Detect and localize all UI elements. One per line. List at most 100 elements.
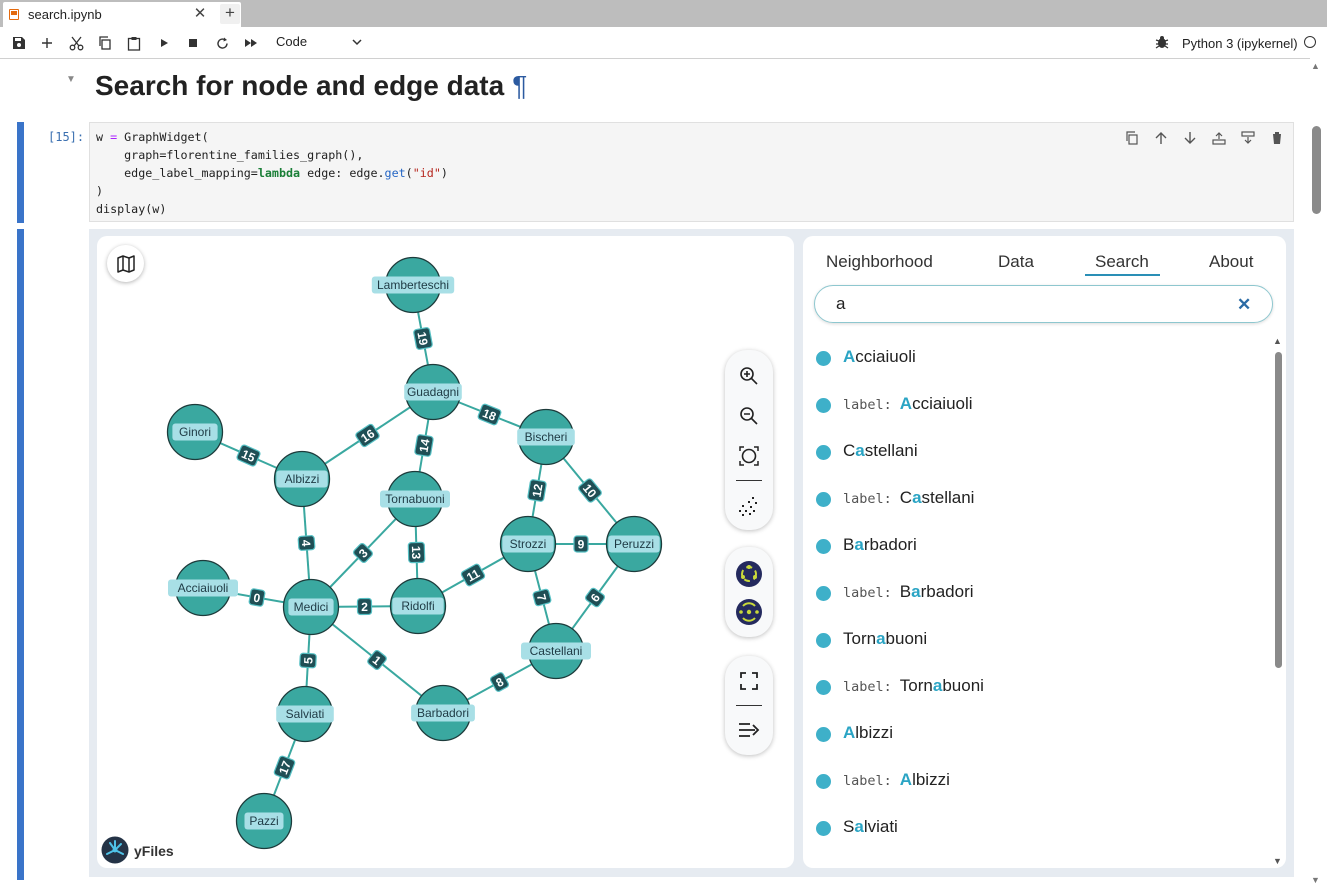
edge-label: 0 (248, 588, 266, 607)
graph-node[interactable]: Acciaiuoli (168, 559, 238, 617)
graph-node[interactable]: Tornabuoni (380, 470, 450, 528)
cell-type-value: Code (276, 34, 308, 49)
delete-cell-icon[interactable] (1269, 130, 1285, 146)
zoom-controls (725, 350, 773, 530)
paste-icon[interactable] (125, 34, 143, 52)
new-tab-button[interactable]: + (220, 4, 240, 24)
result-text: Salviati (843, 817, 898, 836)
zoom-in-icon[interactable] (737, 364, 761, 388)
tab-search[interactable]: Search (1095, 252, 1149, 272)
result-text: label: Tornabuoni (843, 676, 984, 695)
graph-node[interactable]: Strozzi (499, 515, 557, 573)
copy-icon[interactable] (96, 34, 114, 52)
collapse-heading-icon[interactable]: ▼ (66, 74, 76, 85)
result-field-label: label: (843, 585, 892, 601)
move-cell-up-icon[interactable] (1153, 130, 1169, 146)
brand-name: yFiles (134, 843, 174, 859)
fast-forward-icon[interactable] (242, 34, 260, 52)
search-input[interactable] (814, 285, 1273, 323)
svg-text:4: 4 (299, 539, 313, 547)
tab-data[interactable]: Data (998, 252, 1034, 272)
output-indicator[interactable] (17, 229, 24, 880)
duplicate-cell-icon[interactable] (1124, 130, 1140, 146)
radial-layout-icon[interactable] (735, 598, 763, 626)
insert-below-icon[interactable] (1240, 130, 1256, 146)
node-label: Peruzzi (614, 537, 654, 551)
scroll-up-icon[interactable]: ▲ (1273, 336, 1282, 346)
graph-node[interactable]: Castellani (521, 622, 591, 680)
search-input-value[interactable]: a (836, 294, 845, 314)
result-node-icon (816, 727, 831, 742)
svg-text:5: 5 (301, 656, 315, 664)
graph-node[interactable]: Lamberteschi (371, 256, 455, 314)
move-cell-down-icon[interactable] (1182, 130, 1198, 146)
result-node-icon (816, 586, 831, 601)
tab-title[interactable]: search.ipynb (28, 7, 102, 22)
result-node-icon (816, 398, 831, 413)
bug-icon[interactable] (1155, 35, 1169, 49)
edge-label: 14 (414, 434, 434, 457)
insert-above-icon[interactable] (1211, 130, 1227, 146)
graph-node[interactable]: Bischeri (517, 408, 575, 466)
graph-node[interactable]: Albizzi (273, 450, 331, 508)
node-label: Bischeri (525, 430, 568, 444)
result-text: Acciaiuoli (843, 347, 916, 366)
layout-controls (725, 547, 773, 637)
scroll-down-icon[interactable]: ▼ (1311, 875, 1320, 885)
edge-label: 11 (460, 563, 486, 587)
result-match-highlight: A (843, 723, 856, 742)
scroll-up-icon[interactable]: ▲ (1311, 61, 1320, 71)
save-icon[interactable] (10, 34, 28, 52)
node-label: Tornabuoni (385, 492, 444, 506)
node-label: Acciaiuoli (178, 581, 229, 595)
tab-about[interactable]: About (1209, 252, 1253, 272)
code-line: edge_label_mapping=lambda edge: edge.get… (96, 166, 448, 180)
graph-node[interactable]: Ridolfi (389, 577, 447, 635)
result-match-highlight: A (843, 347, 856, 366)
results-scrollbar-thumb[interactable] (1275, 352, 1282, 668)
graph-view[interactable]: 191614181543 1312 109117 6025 1817Lambertesc… (97, 236, 794, 868)
result-match-highlight: a (854, 535, 864, 554)
result-match-highlight: a (854, 817, 864, 836)
graph-node[interactable]: Medici (282, 578, 340, 636)
svg-text:14: 14 (416, 438, 432, 454)
zoom-out-icon[interactable] (737, 404, 761, 428)
heading-anchor-link[interactable]: ¶ (512, 70, 527, 101)
clear-search-icon[interactable]: ✕ (1237, 295, 1251, 315)
layout-scatter-icon[interactable] (737, 494, 761, 518)
fullscreen-icon[interactable] (737, 669, 761, 693)
graph-node[interactable]: Ginori (166, 403, 224, 461)
notebook-scrollbar-thumb[interactable] (1312, 126, 1321, 214)
stop-icon[interactable] (184, 34, 202, 52)
result-node-icon (816, 351, 831, 366)
tab-close-icon[interactable]: ✕ (193, 4, 207, 22)
kernel-name[interactable]: Python 3 (ipykernel) (1182, 36, 1298, 51)
run-icon[interactable] (155, 34, 173, 52)
code-line: ) (96, 184, 104, 198)
graph-node[interactable]: Salviati (276, 685, 334, 743)
toggle-sidebar-icon[interactable] (737, 718, 761, 742)
fit-content-icon[interactable] (737, 444, 761, 468)
code-line: w = GraphWidget( (96, 130, 209, 144)
tab-neighborhood[interactable]: Neighborhood (826, 252, 933, 272)
result-match-highlight: a (911, 582, 921, 601)
graph-node[interactable]: Peruzzi (605, 515, 663, 573)
edge-label: 12 (527, 479, 547, 502)
restart-icon[interactable] (213, 34, 231, 52)
overview-map-button[interactable] (107, 245, 144, 282)
cut-icon[interactable] (67, 34, 85, 52)
execution-count: [15]: (48, 130, 85, 144)
result-text: label: Castellani (843, 488, 975, 507)
code-text[interactable]: w = GraphWidget( graph=florentine_famili… (96, 128, 448, 218)
graph-node[interactable]: Barbadori (411, 684, 475, 742)
cell-type-dropdown[interactable]: Code (270, 32, 371, 52)
circular-layout-icon[interactable] (735, 560, 763, 588)
scroll-down-icon[interactable]: ▼ (1273, 856, 1282, 866)
graph-node[interactable]: Guadagni (404, 363, 462, 421)
active-cell-indicator[interactable] (17, 122, 24, 223)
kernel-status-icon (1304, 36, 1316, 48)
add-cell-icon[interactable] (38, 34, 56, 52)
chevron-down-icon (352, 39, 362, 46)
graph-node[interactable]: Pazzi (235, 792, 293, 850)
result-match-highlight: a (855, 441, 865, 460)
